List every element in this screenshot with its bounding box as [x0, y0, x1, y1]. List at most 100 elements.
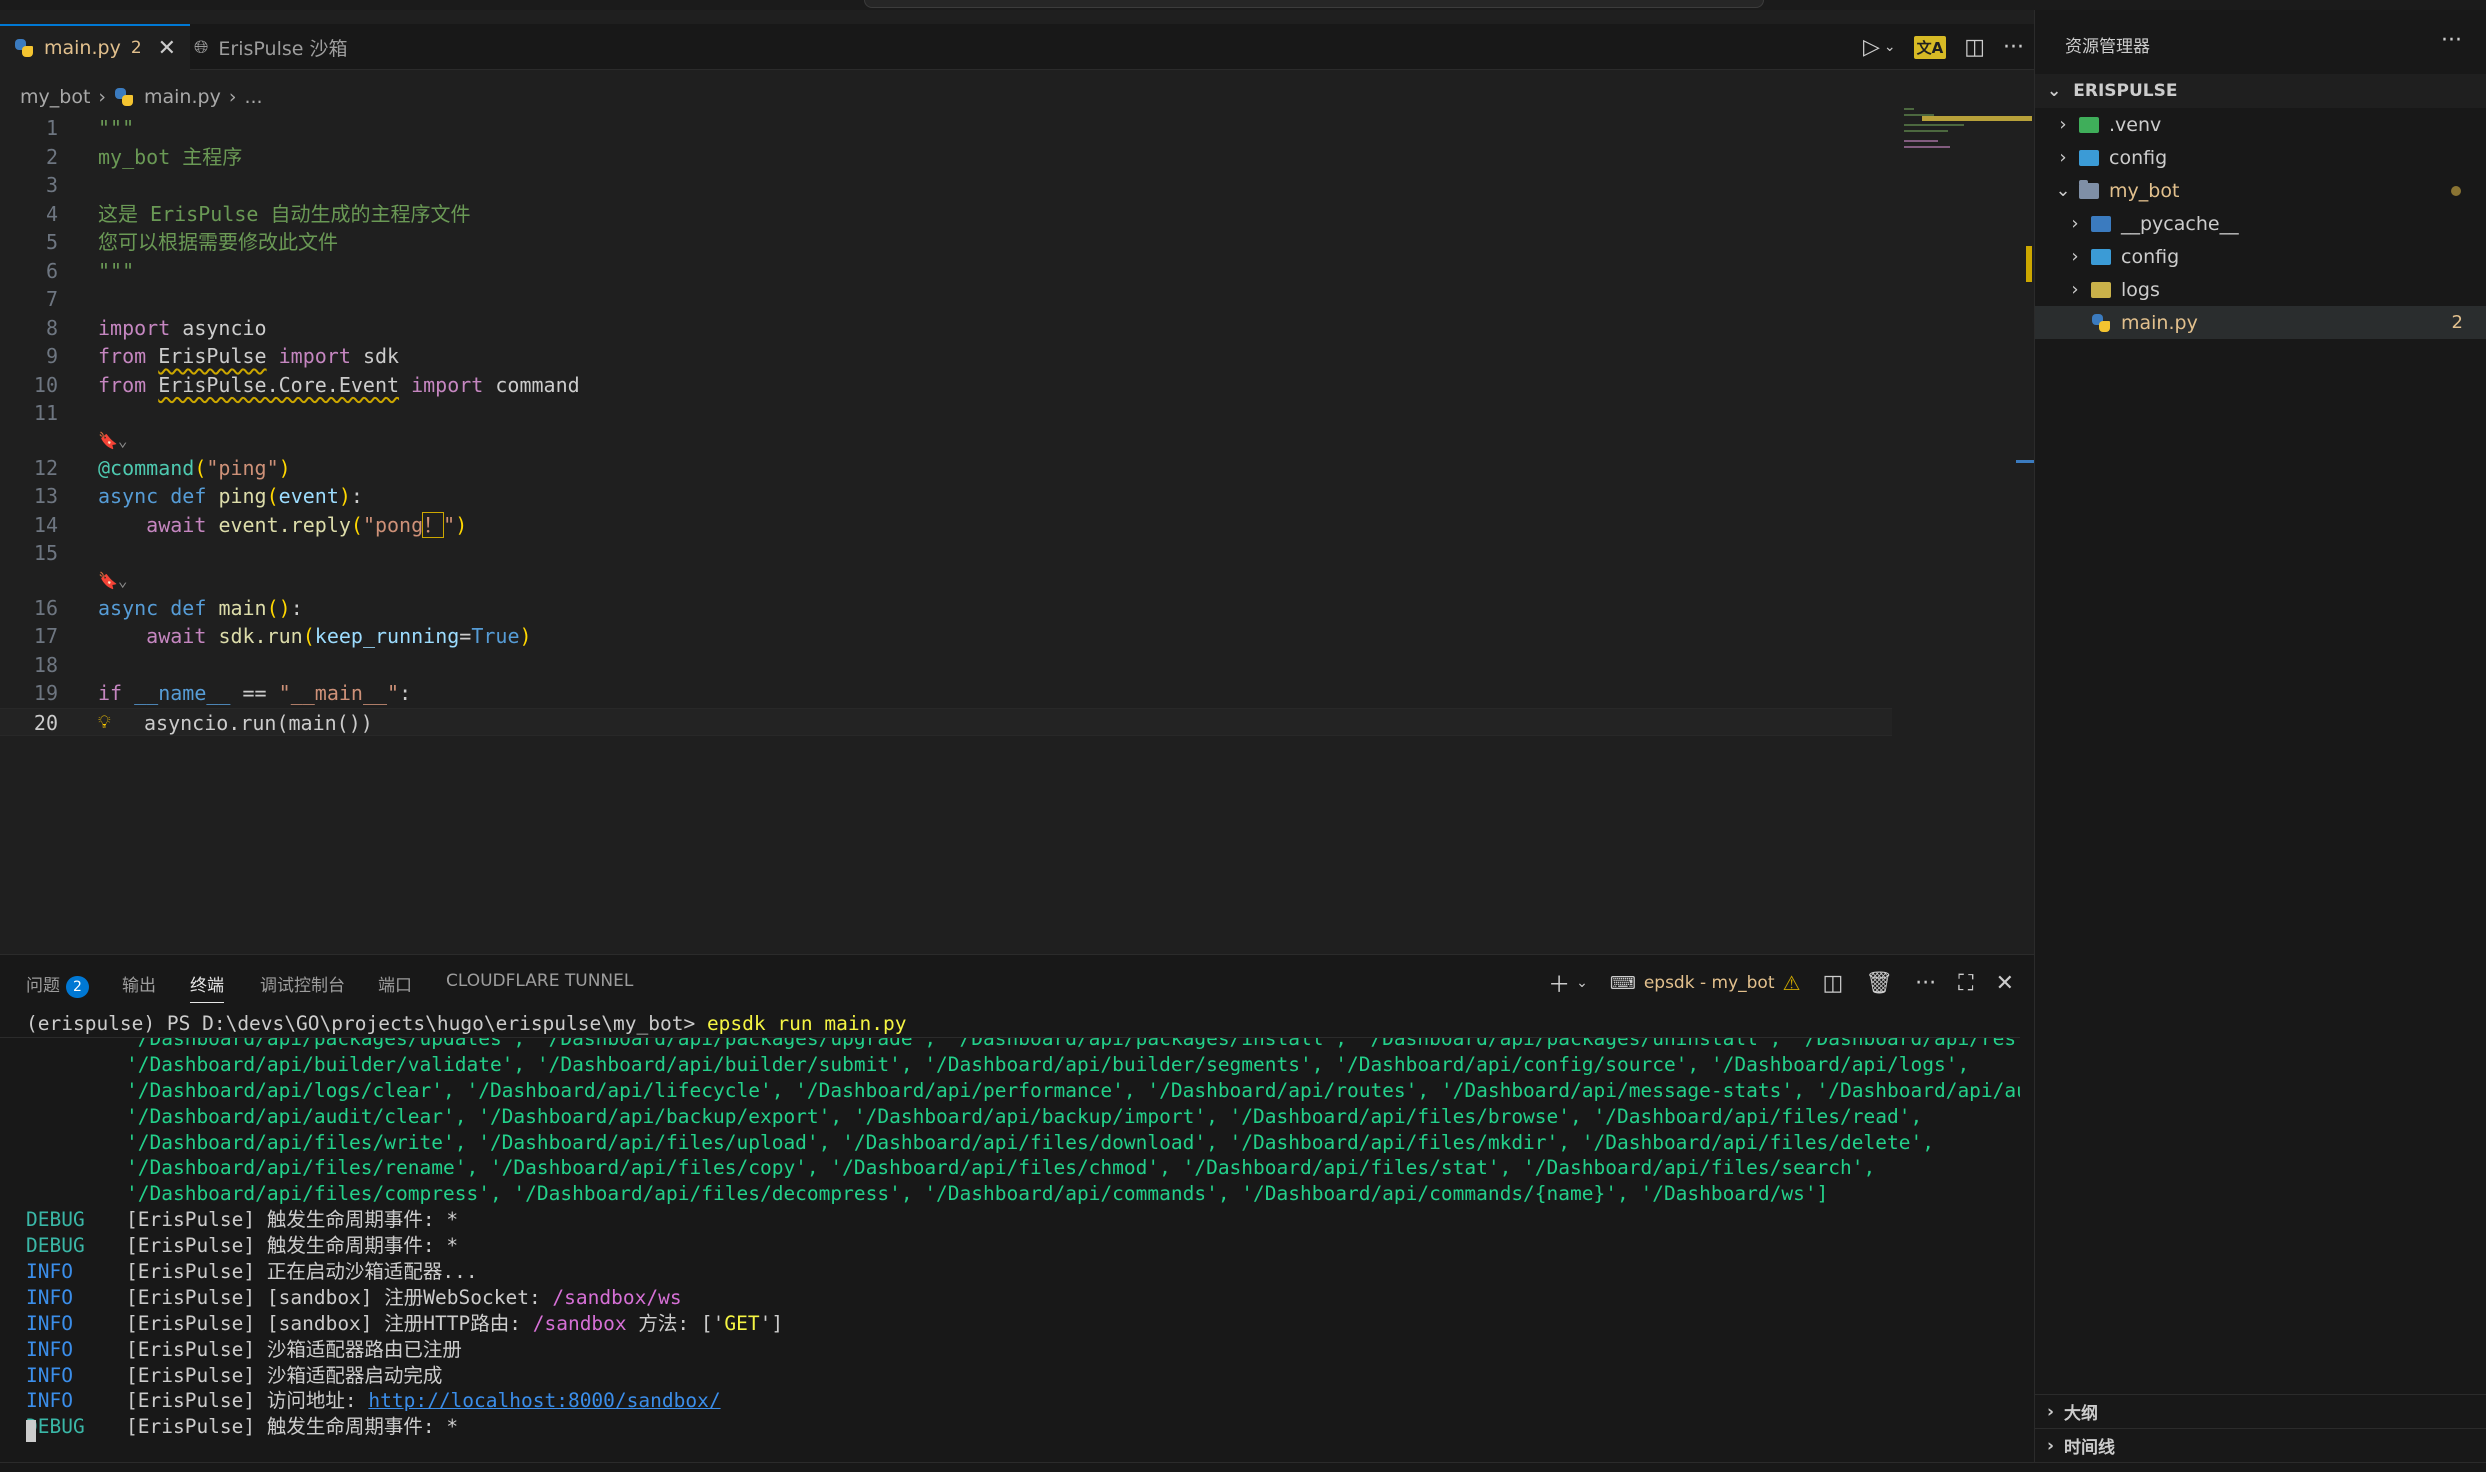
chevron-down-icon[interactable]: ⌄	[1884, 39, 1896, 55]
modified-dot	[2451, 185, 2461, 196]
terminal-output: '/Dashboard/api/packages/updates', '/Das…	[0, 1037, 2020, 1447]
timeline-label: 时间线	[2064, 1438, 2116, 1458]
breadcrumb-symbol[interactable]: ...	[244, 86, 262, 108]
breadcrumb-file[interactable]: main.py	[144, 86, 221, 108]
minimap-line	[1904, 124, 1964, 126]
chevron-down-icon[interactable]: ⌄	[1576, 975, 1588, 991]
timeline-section[interactable]: › 时间线	[2035, 1428, 2486, 1462]
code-lens[interactable]: 🔖⌄	[0, 568, 1900, 594]
explorer-sidebar: 资源管理器 ··· ⌄ ERISPULSE › .venv › config ⌄…	[2034, 10, 2486, 1472]
breadcrumb: my_bot › main.py › ...	[20, 80, 263, 114]
code-line: 10 from ErisPulse.Core.Event import comma…	[33, 372, 580, 397]
tree-item-label: main.py	[2121, 311, 2198, 334]
code-line: 12 @command("ping")	[33, 455, 291, 480]
tab-sandbox[interactable]: 🌐︎ ErisPulse 沙箱	[180, 24, 361, 70]
chevron-down-icon: ⌄	[2047, 81, 2062, 101]
chevron-right-icon: ›	[2047, 1401, 2055, 1422]
tab-label: ErisPulse 沙箱	[218, 37, 348, 60]
folder-open-icon	[2079, 179, 2099, 199]
problem-count: 2	[2451, 312, 2463, 333]
translate-icon[interactable]: 文A	[1913, 35, 1947, 59]
more-icon[interactable]: ···	[1915, 971, 1936, 996]
minimap[interactable]	[1900, 104, 2032, 604]
explorer-title: 资源管理器	[2065, 37, 2150, 57]
outline-label: 大纲	[2064, 1404, 2099, 1424]
chevron-right-icon: ›	[2071, 213, 2079, 234]
terminal-cursor	[26, 1420, 36, 1442]
explorer-root[interactable]: ⌄ ERISPULSE	[2035, 74, 2486, 108]
code-editor[interactable]: 1 """ 2 my_bot 主程序 3 4 这是 ErisPulse 自动生成的主程…	[0, 114, 1900, 736]
more-icon[interactable]: ···	[2441, 28, 2462, 53]
outline-section[interactable]: › 大纲	[2035, 1394, 2486, 1428]
globe-icon: 🌐︎	[194, 36, 209, 58]
tree-item-label: .venv	[2109, 113, 2162, 136]
editor-tab-bar: main.py 2 ✕ 🌐︎ ErisPulse 沙箱	[0, 24, 2034, 70]
code-line: 16 async def main():	[33, 595, 303, 620]
folder-config-icon	[2091, 248, 2111, 265]
editor-area: main.py 2 ✕ 🌐︎ ErisPulse 沙箱 ▷ ⌄ 文A ◫ ···…	[0, 10, 2034, 954]
tab-output[interactable]: 输出	[122, 971, 156, 996]
code-line: 9 from ErisPulse import sdk	[45, 344, 400, 368]
tree-item-label: my_bot	[2109, 179, 2180, 202]
minimap-highlight	[1922, 116, 2032, 121]
breadcrumb-folder[interactable]: my_bot	[20, 86, 90, 108]
split-editor-icon[interactable]: ◫	[1964, 35, 1985, 60]
editor-actions: ▷ ⌄ 文A ◫ ···	[1863, 24, 2024, 70]
code-line-current: 20 💡︎ asyncio.run(main())	[0, 707, 1892, 738]
python-icon	[114, 87, 134, 107]
chevron-right-icon: ›	[2047, 1435, 2055, 1456]
trash-icon[interactable]: 🗑︎	[1865, 971, 1893, 996]
chevron-right-icon: ›	[2059, 114, 2067, 135]
tab-cloudflare-tunnel[interactable]: CLOUDFLARE TUNNEL	[446, 971, 633, 991]
folder-icon	[2079, 116, 2099, 133]
minimap-line	[1904, 140, 1938, 142]
run-icon[interactable]: ▷	[1863, 35, 1880, 60]
tree-item-logs[interactable]: › logs	[2035, 273, 2486, 306]
title-bar	[0, 0, 2486, 10]
tab-debug-console[interactable]: 调试控制台	[260, 971, 345, 996]
terminal-name[interactable]: epsdk - my_bot	[1644, 973, 1775, 993]
close-icon[interactable]: ✕	[158, 36, 176, 61]
code-line: 15	[33, 541, 58, 565]
close-icon[interactable]: ✕	[1996, 971, 2014, 996]
split-terminal-icon[interactable]: ◫	[1822, 971, 1843, 996]
tab-main-py[interactable]: main.py 2 ✕	[0, 24, 191, 70]
chevron-right-icon: ›	[2071, 279, 2079, 300]
warning-icon: ⚠︎	[1782, 971, 1801, 995]
terminal[interactable]: (erispulse) PS D:\devs\GO\projects\hugo\…	[0, 1011, 2020, 1472]
more-icon[interactable]: ···	[2003, 35, 2024, 60]
tree-item-venv[interactable]: › .venv	[2035, 108, 2486, 141]
tab-ports[interactable]: 端口	[378, 971, 412, 996]
code-line: 1 """	[45, 116, 135, 140]
code-line: 18	[33, 652, 58, 677]
code-line: 4 这是 ErisPulse 自动生成的主程序文件	[45, 201, 471, 226]
maximize-icon[interactable]: ⛶	[1958, 971, 1973, 996]
code-line: 2 my_bot 主程序	[45, 144, 243, 169]
chevron-down-icon: ⌄	[2055, 180, 2071, 201]
terminal-icon: ⌨︎	[1609, 972, 1636, 994]
code-lens[interactable]: 🔖⌄	[0, 428, 1900, 454]
scrollbar-marker	[2016, 460, 2034, 463]
tree-item-label: logs	[2121, 278, 2160, 301]
code-line: 5 您可以根据需要修改此文件	[45, 230, 338, 254]
status-bar	[0, 1462, 2486, 1472]
sandbox-link[interactable]: http://localhost:8000/sandbox/	[368, 1389, 720, 1412]
lightbulb-icon[interactable]: 💡︎	[98, 709, 111, 738]
tab-terminal[interactable]: 终端	[190, 971, 224, 1003]
command-center[interactable]	[864, 0, 1764, 8]
tree-item-main-py[interactable]: main.py 2	[2035, 306, 2486, 339]
tree-item-label: config	[2109, 146, 2168, 169]
tab-problems[interactable]: 问题 2	[26, 971, 89, 998]
tree-item-config[interactable]: › config	[2035, 141, 2486, 174]
panel-actions: ＋ ⌄ ⌨︎ epsdk - my_bot ⚠︎ ◫ 🗑︎ ··· ⛶ ✕	[1548, 967, 2014, 999]
problems-badge: 2	[66, 976, 89, 998]
tree-item-pycache[interactable]: › __pycache__	[2035, 207, 2486, 240]
tree-item-config[interactable]: › config	[2035, 240, 2486, 273]
code-line: 17 await sdk.run(keep_running=True)	[33, 624, 532, 648]
code-line: 7	[45, 287, 58, 311]
minimap-line	[1904, 146, 1950, 148]
tree-item-my-bot[interactable]: ⌄ my_bot	[2035, 174, 2486, 207]
code-line: 8 import asyncio	[45, 315, 267, 340]
tree-item-label: config	[2121, 245, 2180, 268]
new-terminal-icon[interactable]: ＋	[1548, 967, 1570, 999]
